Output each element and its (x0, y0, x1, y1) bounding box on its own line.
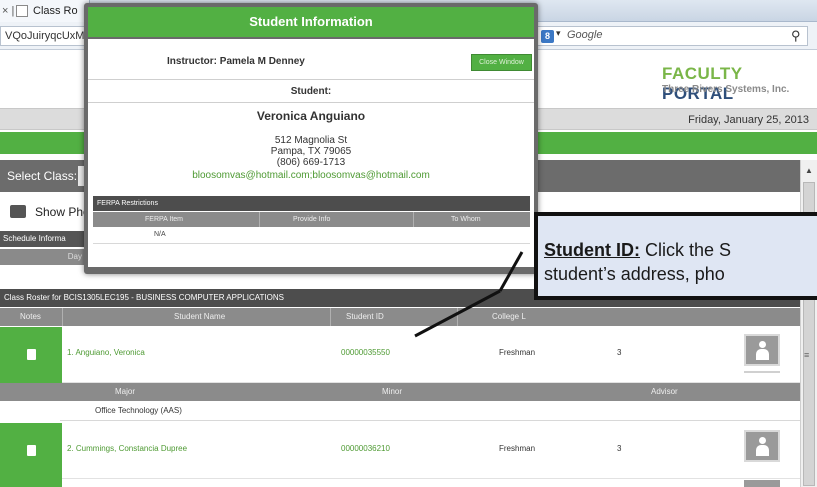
college-level: Freshman (499, 348, 536, 357)
student-name-link[interactable]: 2. Cummings, Constancia Dupree (67, 444, 187, 453)
student-photo-icon[interactable] (744, 430, 780, 462)
student-photo-icon[interactable] (744, 480, 780, 487)
col-student-id: Student ID (346, 312, 384, 321)
col-major: Major (115, 387, 136, 396)
ferpa-header: FERPA Item Provide Info To Whom (93, 212, 530, 227)
credit-hours: 3 (617, 348, 622, 357)
notes-button[interactable] (0, 423, 62, 479)
tab-title: Class Ro (33, 5, 78, 17)
student-label: Student: (290, 86, 332, 97)
chevron-down-icon[interactable]: ▾ (556, 28, 561, 39)
instructor-name: Instructor: Pamela M Denney (167, 56, 305, 67)
address-line2: Pampa, TX 79065 (270, 146, 352, 157)
person-body (756, 349, 769, 360)
student-phone: (806) 669-1713 (276, 157, 346, 168)
col-provide-info: Provide Info (293, 216, 331, 223)
student-email-link[interactable]: bloosomvas@hotmail.com;bloosomvas@hotmai… (88, 170, 534, 181)
search-engine-icon[interactable]: 8 (541, 30, 554, 43)
printer-icon (10, 205, 26, 218)
col-ferpa-item: FERPA Item (145, 216, 183, 223)
scrollbar[interactable]: ▲ ≡ (800, 160, 817, 487)
search-icon[interactable]: ⚲ (791, 28, 801, 44)
college-level: Freshman (499, 444, 536, 453)
notes-button[interactable] (0, 476, 62, 487)
ferpa-value: N/A (154, 231, 166, 238)
student-photo-icon[interactable] (744, 334, 780, 366)
student-name: Veronica Anguiano (256, 109, 366, 123)
column-divider (62, 308, 63, 326)
scroll-grip-icon: ≡ (804, 350, 810, 360)
student-name-link[interactable]: 1. Anguiano, Veronica (67, 348, 145, 357)
ferpa-restrictions-title: FERPA Restrictions (93, 196, 530, 211)
close-window-button[interactable]: Close Window (471, 54, 532, 71)
callout-line2: student’s address, pho (544, 264, 725, 284)
major-value: Office Technology (AAS) (95, 406, 182, 415)
logo-word-faculty: FACULTY (662, 64, 743, 83)
student-id-link[interactable]: 00000035550 (341, 348, 390, 357)
modal-title: Student Information (88, 7, 534, 37)
notes-button[interactable] (0, 327, 62, 383)
document-icon (27, 445, 36, 456)
select-class-label: Select Class: (7, 169, 78, 183)
callout-line1: Student ID: Click the S (544, 238, 817, 262)
address-line1: 512 Magnolia St (274, 135, 348, 146)
column-divider (457, 308, 458, 326)
col-notes: Notes (20, 312, 41, 321)
student-address: 512 Magnolia St Pampa, TX 79065 (806) 66… (88, 135, 534, 168)
table-row: 1. Anguiano, Veronica 00000035550 Freshm… (0, 327, 800, 383)
divider (88, 102, 534, 103)
credit-hours: 3 (617, 444, 622, 453)
day-column-header: Day (0, 249, 90, 265)
show-photos-label[interactable]: Show Pho (35, 205, 90, 219)
person-body (756, 445, 769, 456)
col-minor: Minor (382, 387, 403, 396)
divider (88, 79, 534, 80)
callout-label: Student ID: (544, 240, 640, 260)
close-tab-icon[interactable]: × | (2, 0, 14, 22)
page-icon (16, 5, 28, 17)
person-head (759, 341, 766, 348)
photo-underline (744, 371, 780, 373)
roster-header: Notes Student Name Student ID College L (0, 308, 800, 326)
column-divider (330, 308, 331, 326)
table-row: 2. Cummings, Constancia Dupree 000000362… (0, 423, 800, 479)
col-to-whom: To Whom (451, 216, 481, 223)
student-info-modal: Student Information Instructor: Pamela M… (84, 3, 538, 274)
instruction-callout: Student ID: Click the S student’s addres… (534, 212, 817, 300)
column-divider (413, 212, 414, 227)
column-divider (259, 212, 260, 227)
modal-body: Instructor: Pamela M Denney Close Window… (88, 39, 534, 267)
col-student-name: Student Name (174, 312, 226, 321)
browser-tab[interactable]: × | Class Ro (0, 0, 90, 22)
search-engine-label: Google (567, 29, 603, 41)
ferpa-row: N/A (93, 228, 530, 244)
person-head (759, 437, 766, 444)
schedule-info-header: Schedule Informa (0, 231, 90, 247)
callout-text: Student ID: Click the S student’s addres… (544, 238, 817, 286)
current-date: Friday, January 25, 2013 (688, 114, 809, 126)
search-box[interactable]: 8 ▾ Google ⚲ (536, 26, 808, 46)
document-icon (27, 349, 36, 360)
major-header: Major Minor Advisor (0, 383, 800, 401)
divider (60, 420, 800, 421)
company-name: Three Rivers Systems, Inc. (662, 84, 790, 95)
col-college-level: College L (492, 312, 526, 321)
callout-line1-rest: Click the S (640, 240, 732, 260)
col-advisor: Advisor (651, 387, 678, 396)
next-row-partial (0, 476, 800, 487)
student-id-link[interactable]: 00000036210 (341, 444, 390, 453)
page: × | Class Ro VQoJuiryqcUxMI 8 ▾ Google ⚲… (0, 0, 817, 487)
scroll-up-icon[interactable]: ▲ (805, 166, 813, 175)
